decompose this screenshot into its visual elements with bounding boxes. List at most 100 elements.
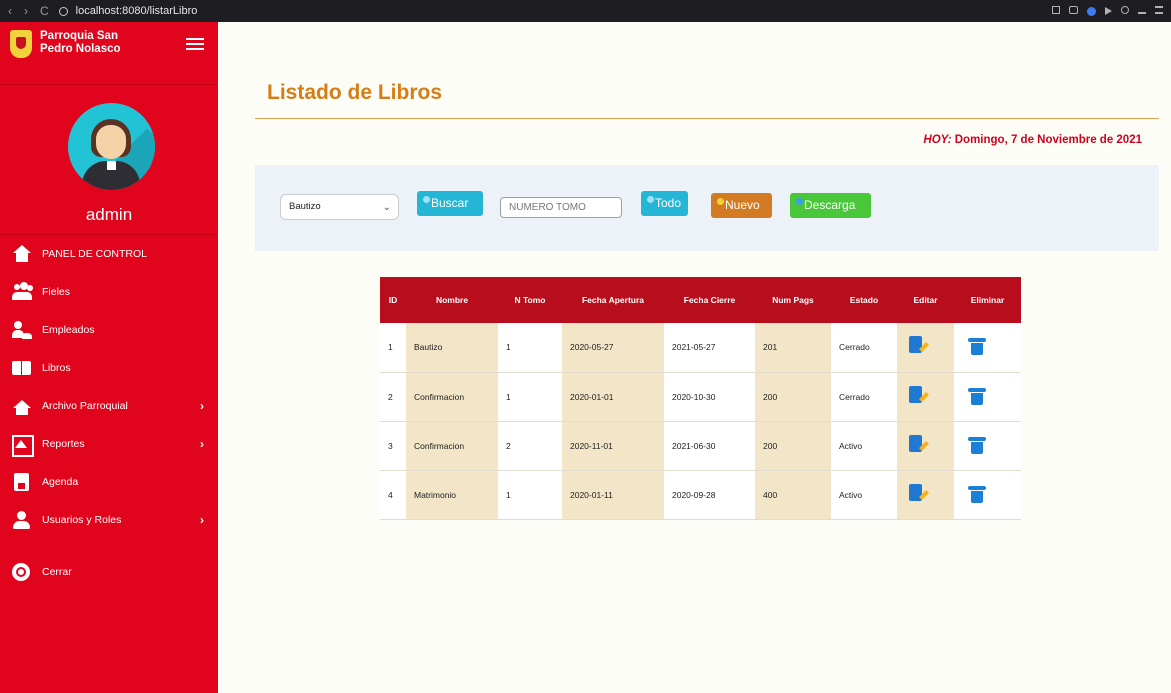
trash-icon[interactable] [968, 435, 986, 455]
cell-estado: Activo [831, 470, 897, 519]
brand-header: Parroquia San Pedro Nolasco [0, 22, 218, 85]
book-type-select[interactable]: Bautizo ⌄ [280, 194, 399, 220]
download-icon[interactable] [1138, 6, 1146, 14]
cell-estado: Activo [831, 421, 897, 470]
sidebar-item-reportes[interactable]: Reportes › [0, 425, 218, 463]
cell-fecha-cierre: 2021-06-30 [664, 421, 755, 470]
power-icon [12, 563, 32, 581]
cell-id: 4 [380, 470, 406, 519]
sidebar-item-label: Agenda [42, 476, 79, 488]
chevron-right-icon: › [200, 399, 204, 413]
heart-icon[interactable] [1121, 6, 1129, 14]
cell-fecha-apertura: 2020-05-27 [562, 323, 664, 372]
trash-icon[interactable] [968, 336, 986, 356]
chevron-down-icon: ⌄ [382, 202, 391, 213]
title-divider [255, 118, 1159, 119]
cell-tomo: 1 [498, 372, 562, 421]
sidebar-item-empleados[interactable]: Empleados [0, 311, 218, 349]
show-all-button[interactable]: Todo [641, 191, 688, 216]
chevron-right-icon: › [200, 513, 204, 527]
trash-icon[interactable] [968, 386, 986, 406]
select-value: Bautizo [289, 201, 321, 212]
tomo-number-input[interactable]: NUMERO TOMO [500, 197, 622, 218]
books-table: ID Nombre N Tomo Fecha Apertura Fecha Ci… [380, 277, 1021, 520]
new-button-label: Nuevo [725, 198, 760, 212]
church-icon [12, 397, 32, 415]
back-icon[interactable]: ‹ [8, 4, 12, 18]
sidebar-item-archivo-parroquial[interactable]: Archivo Parroquial › [0, 387, 218, 425]
cell-id: 1 [380, 323, 406, 372]
user-icon [12, 511, 32, 529]
search-button[interactable]: Buscar [417, 191, 483, 216]
column-header-fecha-cierre: Fecha Cierre [683, 295, 736, 305]
employees-icon [12, 321, 32, 339]
brand-name: Parroquia San Pedro Nolasco [40, 30, 121, 55]
share-icon[interactable] [1052, 6, 1060, 14]
cell-fecha-apertura: 2020-01-11 [562, 470, 664, 519]
cell-num-pags: 200 [755, 372, 831, 421]
trash-icon[interactable] [968, 484, 986, 504]
sidebar-item-label: Cerrar [42, 566, 72, 578]
today-value: Domingo, 7 de Noviembre de 2021 [951, 134, 1142, 146]
agenda-icon [12, 473, 32, 491]
cell-estado: Cerrado [831, 372, 897, 421]
edit-icon[interactable] [909, 483, 929, 504]
column-header-estado: Estado [849, 295, 879, 305]
browser-nav: ‹ › C [0, 4, 49, 18]
download-button-label: Descarga [804, 198, 856, 212]
user-profile: admin [0, 85, 218, 235]
browser-toolbar: ‹ › C localhost:8080/listarLibro [0, 0, 1171, 22]
cell-nombre: Matrimonio [406, 470, 498, 519]
sidebar-item-label: Usuarios y Roles [42, 514, 122, 526]
column-header-num-pags: Num Pags [772, 295, 814, 305]
globe-icon [58, 6, 68, 16]
column-header-tomo: N Tomo [514, 295, 546, 305]
new-button[interactable]: Nuevo [711, 193, 772, 218]
sidebar-item-label: Fieles [42, 286, 71, 298]
avatar [68, 103, 155, 190]
cell-eliminar [954, 421, 1021, 470]
menu-icon[interactable] [1155, 6, 1163, 14]
edit-icon[interactable] [909, 434, 929, 455]
sidebar-item-agenda[interactable]: Agenda [0, 463, 218, 501]
sidebar-item-label: Empleados [42, 324, 95, 336]
table-row: 1 Bautizo 1 2020-05-27 2021-05-27 201 Ce… [380, 323, 1021, 372]
sidebar-item-panel-de-control[interactable]: PANEL DE CONTROL [0, 235, 218, 273]
cell-fecha-apertura: 2020-01-01 [562, 372, 664, 421]
url-text[interactable]: localhost:8080/listarLibro [76, 5, 198, 17]
cell-nombre: Bautizo [406, 323, 498, 372]
sidebar-item-libros[interactable]: Libros [0, 349, 218, 387]
sidebar-item-fieles[interactable]: Fieles [0, 273, 218, 311]
cell-eliminar [954, 470, 1021, 519]
camera-icon[interactable] [1069, 6, 1078, 14]
forward-icon[interactable]: › [24, 4, 28, 18]
download-button[interactable]: Descarga [790, 193, 871, 218]
cell-nombre: Confirmacion [406, 421, 498, 470]
cell-editar [897, 323, 954, 372]
cell-id: 2 [380, 372, 406, 421]
sidebar-item-label: Archivo Parroquial [42, 400, 128, 412]
cell-num-pags: 200 [755, 421, 831, 470]
edit-icon[interactable] [909, 385, 929, 406]
edit-icon[interactable] [909, 336, 929, 356]
sidebar-item-label: PANEL DE CONTROL [42, 248, 148, 260]
hamburger-menu-icon[interactable] [186, 38, 204, 53]
main-content: Listado de Libros HOY: Domingo, 7 de Nov… [218, 22, 1171, 693]
cell-editar [897, 421, 954, 470]
cell-fecha-cierre: 2020-10-30 [664, 372, 755, 421]
cell-fecha-cierre: 2020-09-28 [664, 470, 755, 519]
cell-id: 3 [380, 421, 406, 470]
sidebar-item-cerrar[interactable]: Cerrar [0, 553, 218, 591]
table-body: 1 Bautizo 1 2020-05-27 2021-05-27 201 Ce… [380, 323, 1021, 519]
address-bar[interactable]: localhost:8080/listarLibro [58, 5, 198, 17]
reload-icon[interactable]: C [40, 4, 49, 18]
table-row: 3 Confirmacion 2 2020-11-01 2021-06-30 2… [380, 421, 1021, 470]
column-header-fecha-apertura: Fecha Apertura [581, 295, 645, 305]
search-button-label: Buscar [431, 196, 469, 210]
table-header: ID Nombre N Tomo Fecha Apertura Fecha Ci… [380, 277, 1021, 323]
download-icon [796, 198, 803, 205]
play-icon[interactable] [1105, 7, 1112, 15]
shield-icon[interactable] [1087, 7, 1096, 16]
sidebar-item-usuarios-y-roles[interactable]: Usuarios y Roles › [0, 501, 218, 539]
cell-eliminar [954, 372, 1021, 421]
